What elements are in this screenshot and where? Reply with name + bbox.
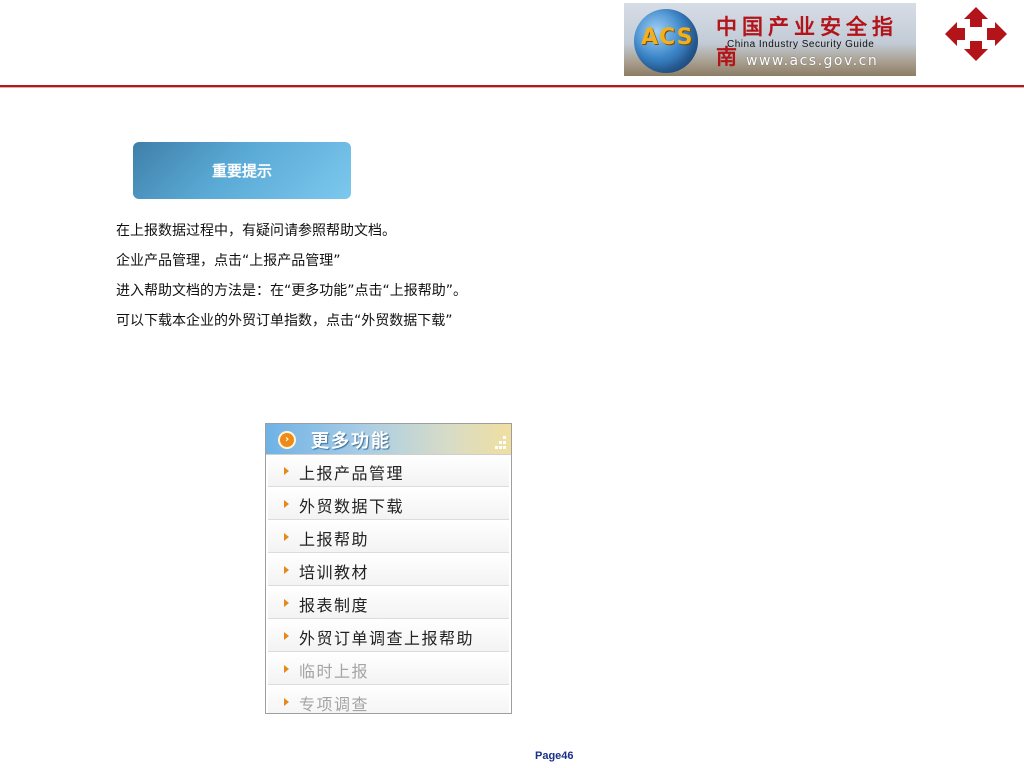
menu-item-label: 上报帮助 <box>299 530 370 549</box>
instruction-line: 企业产品管理，点击“上报产品管理” <box>116 253 341 269</box>
banner-logo-text: ACS <box>641 25 694 50</box>
header-divider-shadow <box>0 87 1024 88</box>
red-diamond-arrows-logo-icon <box>945 7 1007 61</box>
menu-item-trade-download[interactable]: 外贸数据下载 <box>268 488 509 520</box>
menu-item-label: 临时上报 <box>299 662 370 681</box>
triangle-right-icon <box>284 533 289 541</box>
menu-item-order-survey-help[interactable]: 外贸订单调查上报帮助 <box>268 620 509 652</box>
triangle-right-icon <box>284 599 289 607</box>
banner-title-en: China Industry Security Guide <box>727 39 875 50</box>
menu-item-label: 外贸订单调查上报帮助 <box>299 629 475 648</box>
banner-url: www.acs.gov.cn <box>746 53 879 69</box>
menu-item-report-system[interactable]: 报表制度 <box>268 587 509 619</box>
circle-arrow-icon: › <box>280 433 294 447</box>
menu-item-temp-report[interactable]: 临时上报 <box>268 653 509 685</box>
menu-item-label: 外贸数据下载 <box>299 497 405 516</box>
triangle-right-icon <box>284 500 289 508</box>
menu-item-label: 报表制度 <box>299 596 370 615</box>
menu-header: › 更多功能 <box>266 424 511 455</box>
more-functions-menu: › 更多功能 上报产品管理 外贸数据下载 上报帮助 培训教材 报表制度 外贸订单… <box>265 423 512 714</box>
menu-item-report-help[interactable]: 上报帮助 <box>268 521 509 553</box>
important-notice-badge: 重要提示 <box>133 142 351 199</box>
menu-item-special-survey[interactable]: 专项调查 <box>268 686 509 714</box>
instruction-list: 在上报数据过程中，有疑问请参照帮助文档。 企业产品管理，点击“上报产品管理” 进… <box>116 219 467 339</box>
acs-banner: ACS 中国产业安全指南 China Industry Security Gui… <box>624 3 916 76</box>
triangle-right-icon <box>284 698 289 706</box>
decorative-dots-icon <box>495 436 507 452</box>
triangle-right-icon <box>284 665 289 673</box>
menu-item-label: 上报产品管理 <box>299 464 405 483</box>
instruction-line: 在上报数据过程中，有疑问请参照帮助文档。 <box>116 223 396 239</box>
page-number: Page46 <box>535 750 574 762</box>
menu-item-product-report[interactable]: 上报产品管理 <box>268 455 509 487</box>
menu-item-label: 专项调查 <box>299 695 370 714</box>
menu-item-training[interactable]: 培训教材 <box>268 554 509 586</box>
triangle-right-icon <box>284 467 289 475</box>
triangle-right-icon <box>284 566 289 574</box>
menu-title: 更多功能 <box>311 431 391 452</box>
menu-item-label: 培训教材 <box>299 563 370 582</box>
instruction-line: 可以下载本企业的外贸订单指数，点击“外贸数据下载” <box>116 313 453 329</box>
triangle-right-icon <box>284 632 289 640</box>
instruction-line: 进入帮助文档的方法是：在“更多功能”点击“上报帮助”。 <box>116 283 468 299</box>
